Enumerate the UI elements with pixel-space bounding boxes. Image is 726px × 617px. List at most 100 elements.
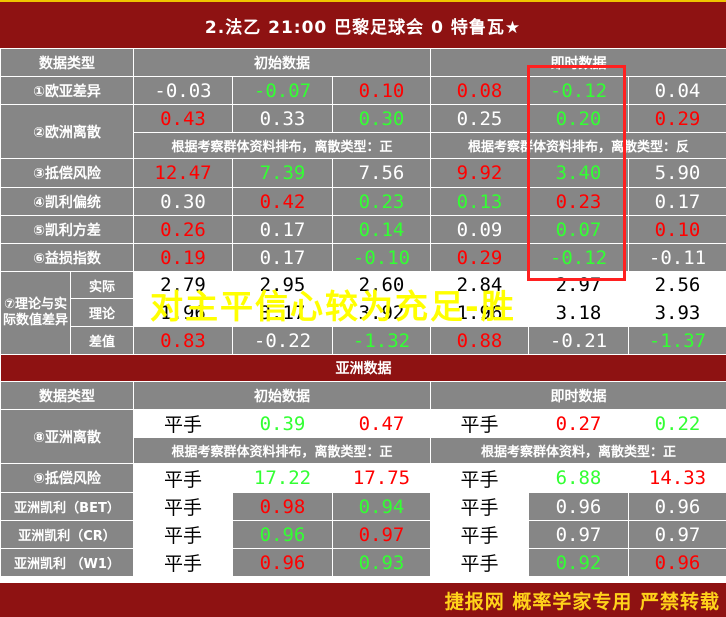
value-cell: 12.47	[133, 158, 233, 188]
value-cell: 0.97	[332, 520, 431, 549]
value-cell: 0.26	[133, 215, 233, 244]
row-label: 亚洲凯利（CR）	[0, 520, 134, 549]
row-asia-kelly-bet: 亚洲凯利（BET） 平手 0.98 0.94 平手 0.96 0.96	[0, 492, 726, 521]
value-cell: 平手	[430, 548, 529, 577]
row-compensation-risk: ③抵偿风险 12.47 7.39 7.56 9.92 3.40 5.90	[0, 158, 726, 188]
value-cell: 3.40	[528, 158, 629, 188]
value-cell: -0.12	[528, 243, 629, 272]
value-cell: -0.03	[133, 76, 233, 105]
row-asia-compensation-risk: ⑨抵偿风险 平手 17.22 17.75 平手 6.88 14.33	[0, 463, 726, 493]
value-cell: -0.10	[332, 243, 431, 272]
value-cell: 平手	[430, 492, 529, 521]
match-title: 2.法乙 21:00 巴黎足球会 0 特鲁瓦★	[0, 2, 726, 48]
value-cell: 6.88	[528, 463, 629, 493]
value-cell: 0.20	[528, 104, 629, 133]
value-cell: 平手	[133, 520, 233, 549]
row-eu-asia-diff: ①欧亚差异 -0.03 -0.07 0.10 0.08 -0.12 0.04	[0, 76, 726, 105]
value-cell: 平手	[133, 548, 233, 577]
value-cell: 0.97	[528, 520, 629, 549]
dispersion-note-initial: 根据考察群体资料排布，离散类型：正	[133, 132, 431, 159]
value-cell: 0.43	[133, 104, 233, 133]
value-cell: 0.10	[628, 215, 726, 244]
value-cell: 0.10	[332, 76, 431, 105]
value-cell: 平手	[133, 463, 233, 493]
row-eu-dispersion: ②欧洲离散 0.43 0.33 0.30 0.25 0.20 0.29	[0, 104, 726, 159]
row-label: 亚洲凯利（BET）	[0, 492, 134, 521]
asia-note-initial: 根据考察群体资料排布，离散类型：正	[133, 437, 431, 464]
value-cell: 0.93	[332, 548, 431, 577]
value-cell: 0.29	[430, 243, 529, 272]
footer-banner: 捷报网 概率学家专用 严禁转载	[0, 583, 726, 617]
value-cell: 平手	[430, 520, 529, 549]
value-cell: 0.30	[133, 187, 233, 216]
value-cell: 17.22	[232, 463, 333, 493]
value-cell: 平手	[430, 409, 529, 438]
analysis-overlay-text: 对主平信心较为充足-胜	[150, 287, 516, 326]
value-cell: 0.09	[430, 215, 529, 244]
value-cell: -0.21	[528, 326, 629, 355]
value-cell: 0.14	[332, 215, 431, 244]
row-label: ③抵偿风险	[0, 158, 134, 188]
row-label: ⑨抵偿风险	[0, 463, 134, 493]
value-cell: 3.18	[528, 298, 629, 327]
value-cell: -1.37	[628, 326, 726, 355]
row-asia-dispersion: ⑧亚洲离散 平手 0.39 0.47 平手 0.27 0.22	[0, 409, 726, 464]
sub-label-diff: 差值	[70, 326, 134, 355]
value-cell: 0.22	[628, 409, 726, 438]
sub-label-theory: 理论	[70, 298, 134, 327]
value-cell: 平手	[133, 492, 233, 521]
value-cell: 17.75	[332, 463, 431, 493]
value-cell: 0.96	[232, 520, 333, 549]
value-cell: 0.07	[528, 215, 629, 244]
asia-header-instant: 即时数据	[430, 381, 726, 410]
value-cell: 0.13	[430, 187, 529, 216]
value-cell: 0.47	[332, 409, 431, 438]
row-label: ①欧亚差异	[0, 76, 134, 105]
value-cell: 5.90	[628, 158, 726, 188]
value-cell: 平手	[133, 409, 233, 438]
value-cell: 14.33	[628, 463, 726, 493]
row-label: ⑥益损指数	[0, 243, 134, 272]
sub-label-actual: 实际	[70, 271, 134, 299]
value-cell: 0.96	[232, 548, 333, 577]
value-cell: 9.92	[430, 158, 529, 188]
value-cell: 0.39	[232, 409, 333, 438]
value-cell: 0.08	[430, 76, 529, 105]
asia-header-data-type: 数据类型	[0, 381, 134, 410]
row-asia-kelly-w1: 亚洲凯利 （W1） 平手 0.96 0.93 平手 0.92 0.96	[0, 548, 726, 577]
value-cell: 0.96	[628, 492, 726, 521]
value-cell: 2.97	[528, 271, 629, 299]
value-cell: 0.27	[528, 409, 629, 438]
value-cell: 0.98	[232, 492, 333, 521]
asia-note-instant: 根据考察群体资料，离散类型：正	[430, 437, 726, 464]
value-cell: 0.30	[332, 104, 431, 133]
asia-section-header: 亚洲数据	[0, 354, 726, 382]
header-instant: 即时数据	[430, 48, 726, 77]
value-cell: 0.17	[232, 215, 333, 244]
asia-header-initial: 初始数据	[133, 381, 431, 410]
value-cell: -0.07	[232, 76, 333, 105]
header-data-type: 数据类型	[0, 48, 134, 77]
value-cell: 0.17	[628, 187, 726, 216]
row-diff: 差值 0.83 -0.22 -1.32 0.88 -0.21 -1.37	[1, 326, 726, 355]
value-cell: 7.39	[232, 158, 333, 188]
value-cell: -0.12	[528, 76, 629, 105]
row-kelly-bias: ④凯利偏统 0.30 0.42 0.23 0.13 0.23 0.17	[0, 187, 726, 216]
value-cell: -1.32	[332, 326, 431, 355]
row-label: 亚洲凯利 （W1）	[0, 548, 134, 577]
value-cell: 0.83	[133, 326, 233, 355]
value-cell: -0.22	[232, 326, 333, 355]
value-cell: 0.92	[528, 548, 629, 577]
value-cell: 0.96	[528, 492, 629, 521]
value-cell: 平手	[430, 463, 529, 493]
row-asia-kelly-cr: 亚洲凯利（CR） 平手 0.96 0.97 平手 0.97 0.97	[0, 520, 726, 549]
row-label: ②欧洲离散	[0, 104, 134, 159]
row-label: ⑤凯利方差	[0, 215, 134, 244]
value-cell: 0.29	[628, 104, 726, 133]
value-cell: -0.11	[628, 243, 726, 272]
value-cell: 2.56	[628, 271, 726, 299]
row-label: ⑧亚洲离散	[0, 409, 134, 464]
value-cell: 3.93	[628, 298, 726, 327]
value-cell: 0.42	[232, 187, 333, 216]
value-cell: 7.56	[332, 158, 431, 188]
